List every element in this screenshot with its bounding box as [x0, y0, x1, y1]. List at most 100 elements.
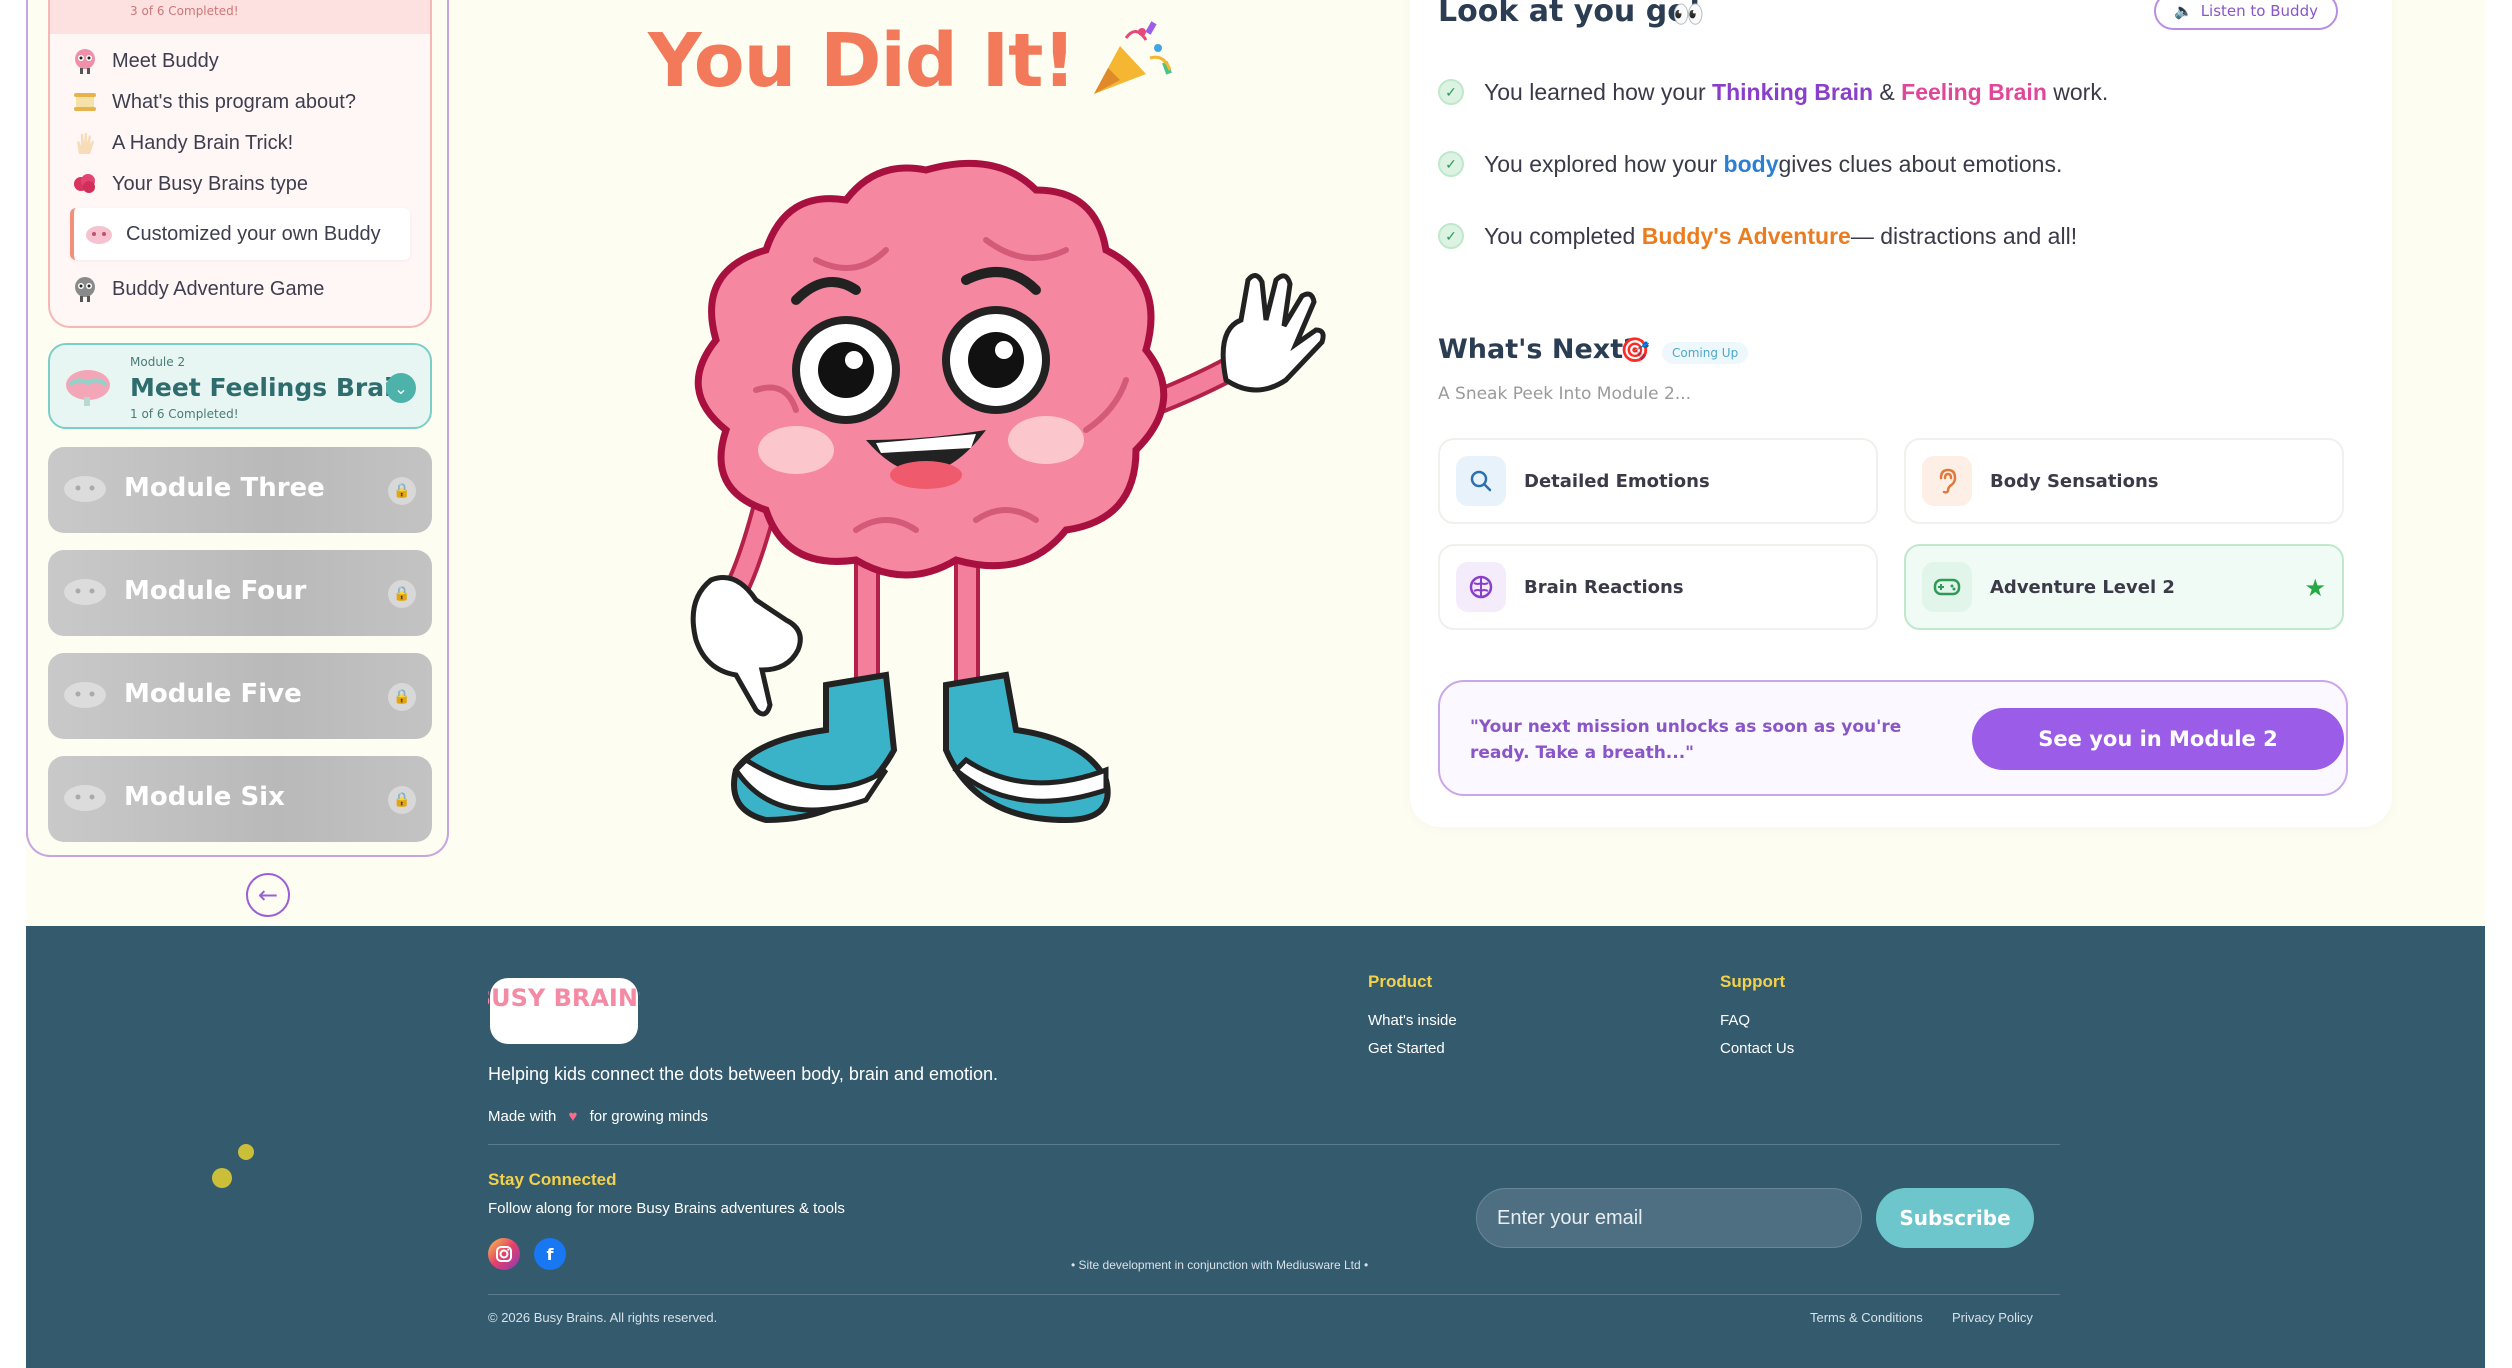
cloud-brain-icon [64, 579, 106, 605]
lesson-program-about[interactable]: What's this program about? [70, 85, 356, 119]
achievement-text: You completed [1484, 222, 1636, 249]
hero-title: You Did It! [648, 18, 1076, 104]
module-title: Module Five [124, 679, 302, 709]
buddy-mascot-illustration [690, 159, 1326, 824]
footer-tagline: Helping kids connect the dots between bo… [488, 1064, 998, 1084]
cloud-brain-icon [64, 785, 106, 811]
module-two-card[interactable]: Module 2 Meet Feelings Brain 1 of 6 Comp… [48, 343, 432, 429]
footer-link-whats-inside[interactable]: What's inside [1368, 1012, 1457, 1029]
decorative-dot [212, 1168, 232, 1188]
lesson-label: Customized your own Buddy [126, 222, 381, 245]
cloud-brain-icon [64, 476, 106, 502]
decorative-dot [238, 1144, 254, 1160]
feeling-brain-highlight: Feeling Brain [1901, 78, 2047, 105]
mission-quote: "Your next mission unlocks as soon as yo… [1470, 717, 1902, 763]
achievement-item: ✓ You completed Buddy's Adventure — dist… [1438, 216, 2077, 256]
lock-icon: 🔒 [388, 477, 416, 505]
panel-title: Look at you go! [1438, 0, 1702, 29]
stay-connected-subtitle: Follow along for more Busy Brains advent… [488, 1200, 845, 1217]
target-icon: 🎯 [1620, 336, 1650, 364]
brain-buddy-icon [70, 46, 100, 76]
module-four-card[interactable]: Module Four 🔒 [48, 550, 432, 636]
lesson-busy-brains-type[interactable]: Your Busy Brains type [70, 167, 308, 201]
cloud-brain-icon [64, 682, 106, 708]
card-label: Adventure Level 2 [1990, 576, 2175, 598]
card-body-sensations[interactable]: Body Sensations [1904, 438, 2344, 524]
pointing-hand [690, 575, 803, 717]
speaker-icon: 🔈 [2174, 2, 2193, 20]
module-sidebar: 3 of 6 Completed! Meet Buddy What's this… [26, 0, 449, 857]
coming-up-badge: Coming Up [1662, 342, 1749, 364]
back-button[interactable]: ← [246, 873, 290, 917]
arrow-left-icon: ← [257, 881, 279, 909]
lesson-label: Buddy Adventure Game [112, 277, 325, 300]
listen-label: Listen to Buddy [2200, 2, 2318, 20]
footer-link-contact-us[interactable]: Contact Us [1720, 1040, 1794, 1057]
footer-link-faq[interactable]: FAQ [1720, 1012, 1750, 1029]
listen-to-buddy-button[interactable]: 🔈 Listen to Buddy [2154, 0, 2338, 30]
party-popper-icon [1094, 21, 1172, 94]
customize-icon [84, 219, 114, 249]
terms-link[interactable]: Terms & Conditions [1810, 1310, 1923, 1325]
ear-icon [1922, 456, 1972, 506]
module-five-card[interactable]: Module Five 🔒 [48, 653, 432, 739]
subscribe-button[interactable]: Subscribe [1876, 1188, 2034, 1248]
lesson-customized-buddy[interactable]: Customized your own Buddy [70, 208, 410, 260]
brain-outline-icon [1456, 562, 1506, 612]
busy-brains-logo[interactable]: BUSY BRAINS [488, 974, 640, 1046]
lesson-handy-brain-trick[interactable]: A Handy Brain Trick! [70, 126, 293, 160]
lesson-adventure-game[interactable]: Buddy Adventure Game [70, 272, 324, 306]
module-two-progress: 1 of 6 Completed! [130, 407, 239, 421]
card-brain-reactions[interactable]: Brain Reactions [1438, 544, 1878, 630]
card-adventure-level-2[interactable]: Adventure Level 2 ★ [1904, 544, 2344, 630]
gamepad-icon [1922, 562, 1972, 612]
page: 3 of 6 Completed! Meet Buddy What's this… [26, 0, 2485, 1368]
buddys-adventure-highlight: Buddy's Adventure [1641, 222, 1851, 249]
card-label: Brain Reactions [1524, 576, 1684, 598]
achievement-item: ✓ You learned how your Thinking Brain & … [1438, 72, 2108, 112]
site-footer: BUSY BRAINS Helping kids connect the dot… [26, 926, 2485, 1368]
card-label: Detailed Emotions [1524, 470, 1710, 492]
star-icon: ★ [2304, 574, 2326, 602]
made-with-text: Made with ♥ for growing minds [488, 1108, 708, 1125]
module-two-label: Module 2 [130, 355, 186, 369]
achievement-text: You explored how your [1484, 150, 1718, 177]
lock-icon: 🔒 [388, 683, 416, 711]
brain-icon [70, 169, 100, 199]
body-highlight: body [1723, 150, 1779, 177]
made-with-pre: Made with [488, 1108, 557, 1125]
module-one-header[interactable]: 3 of 6 Completed! [48, 0, 432, 36]
privacy-link[interactable]: Privacy Policy [1952, 1310, 2033, 1325]
card-detailed-emotions[interactable]: Detailed Emotions [1438, 438, 1878, 524]
achievement-text: — distractions and all! [1850, 222, 2078, 249]
lock-icon: 🔒 [388, 786, 416, 814]
scroll-icon [70, 87, 100, 117]
next-mission-box: "Your next mission unlocks as soon as yo… [1438, 680, 2348, 796]
see-you-in-module-2-button[interactable]: See you in Module 2 [1972, 708, 2344, 770]
module-title: Module Six [124, 782, 285, 812]
right-shoe [943, 671, 1111, 824]
module-six-card[interactable]: Module Six 🔒 [48, 756, 432, 842]
whats-next-title: What's Next? [1438, 334, 1639, 365]
check-icon: ✓ [1438, 151, 1464, 177]
instagram-icon[interactable] [488, 1238, 520, 1270]
lesson-meet-buddy[interactable]: Meet Buddy [70, 44, 219, 78]
lesson-label: Your Busy Brains type [112, 172, 309, 195]
module-three-card[interactable]: Module Three 🔒 [48, 447, 432, 533]
email-input[interactable]: Enter your email [1476, 1188, 1862, 1248]
lock-icon: 🔒 [388, 580, 416, 608]
achievement-text: & [1873, 78, 1902, 105]
module-two-title: Meet Feelings Brain [130, 373, 411, 402]
feelings-brain-icon [66, 370, 110, 406]
made-with-post: for growing minds [589, 1108, 709, 1125]
eyes-icon: 👀 [1672, 0, 1705, 30]
module-one-progress: 3 of 6 Completed! [130, 4, 239, 18]
game-buddy-icon [70, 274, 100, 304]
facebook-icon[interactable]: f [534, 1238, 566, 1270]
brain-body [694, 159, 1168, 579]
module-title: Module Three [124, 473, 325, 503]
email-placeholder: Enter your email [1497, 1206, 1643, 1229]
footer-link-get-started[interactable]: Get Started [1368, 1040, 1445, 1057]
chevron-down-icon[interactable]: ⌄ [386, 373, 416, 403]
module-one-lessons: Meet Buddy What's this program about? A … [48, 34, 432, 328]
